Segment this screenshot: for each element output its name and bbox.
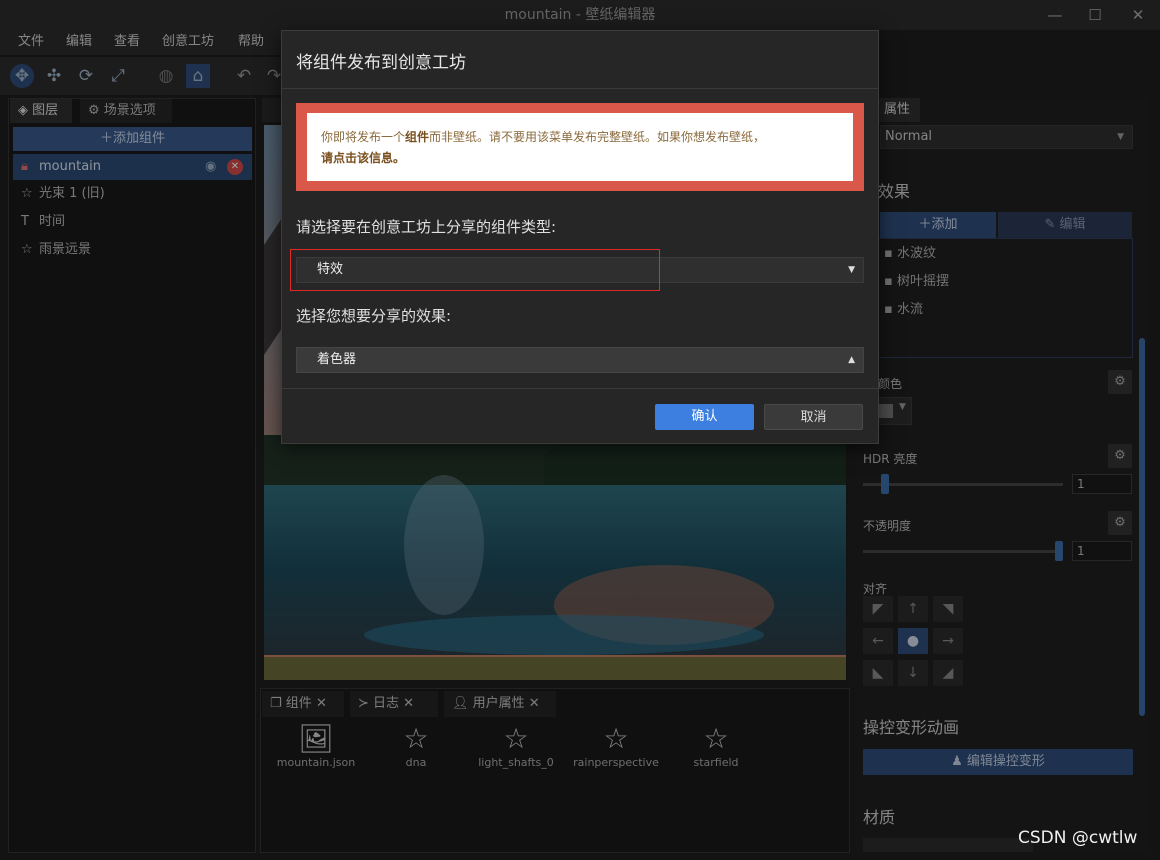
divider <box>282 88 878 89</box>
cancel-button[interactable]: 取消 <box>764 404 863 430</box>
effect-select-value: 着色器 <box>317 352 357 367</box>
effect-select[interactable]: 着色器 ▲ <box>296 347 864 373</box>
confirm-button[interactable]: 确认 <box>655 404 754 430</box>
warning-link[interactable]: 请点击该信息。 <box>321 151 405 165</box>
warning-message[interactable]: 你即将发布一个组件而非壁纸。请不要用该菜单发布完整壁纸。如果你想发布壁纸， 请点击… <box>307 113 853 181</box>
divider <box>282 388 878 389</box>
warning-bold: 组件 <box>405 130 430 144</box>
caret-up-icon: ▲ <box>848 355 855 365</box>
component-type-label: 请选择要在创意工坊上分享的组件类型: <box>296 218 557 236</box>
publish-dialog <box>281 30 879 444</box>
watermark: CSDN @cwtlw <box>1018 828 1138 848</box>
highlight-box <box>290 249 660 291</box>
effect-select-label: 选择您想要分享的效果: <box>296 307 452 325</box>
warning-text: 你即将发布一个 <box>321 130 406 144</box>
warning-text: 而非壁纸。请不要用该菜单发布完整壁纸。如果你想发布壁纸， <box>429 130 766 144</box>
dialog-title: 将组件发布到创意工坊 <box>296 53 466 73</box>
caret-down-icon: ▼ <box>848 265 855 275</box>
